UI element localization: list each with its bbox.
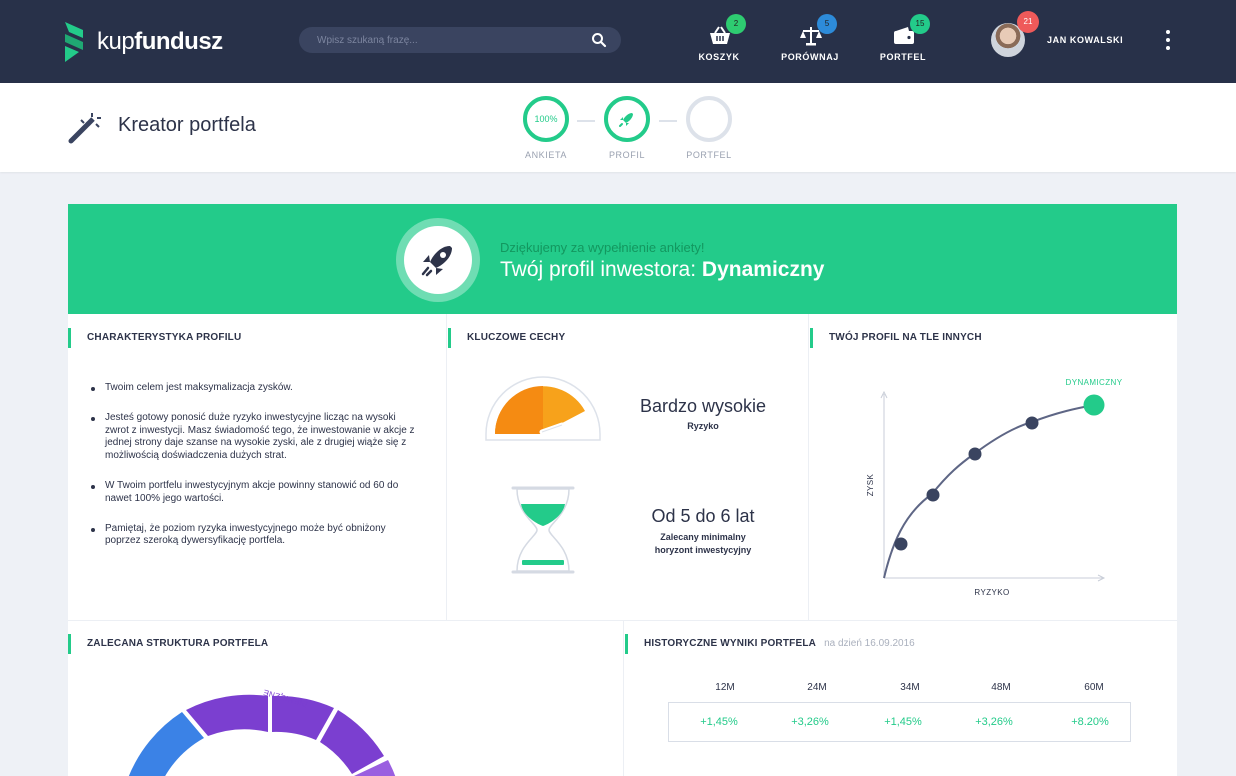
table-cell: +3,26% bbox=[791, 716, 829, 728]
notifications-badge: 21 bbox=[1017, 11, 1039, 33]
table-cell: +1,45% bbox=[700, 716, 738, 728]
profile-point bbox=[1025, 416, 1039, 430]
profile-point bbox=[968, 447, 982, 461]
highlight-label: DYNAMICZNY bbox=[1066, 378, 1123, 387]
rocket-icon bbox=[421, 246, 452, 277]
step-portfolio[interactable]: PORTFEL bbox=[674, 96, 744, 166]
nav-label: PORTFEL bbox=[879, 52, 927, 62]
characteristics-list: Twoim celem jest maksymalizacja zysków. … bbox=[90, 382, 420, 565]
history-title: HISTORYCZNE WYNIKI PORTFELA na dzień 16.0… bbox=[625, 634, 915, 654]
logo-mark-icon bbox=[65, 22, 83, 62]
risk-value: Bardzo wysokie bbox=[639, 396, 767, 416]
history-table: +1,45% +3,26% +1,45% +3,26% +8.20% bbox=[668, 702, 1131, 742]
list-item: Pamiętaj, że poziom ryzyka inwestycyjneg… bbox=[90, 523, 420, 549]
horizon-caption: horyzont inwestycyjny bbox=[654, 545, 752, 555]
table-cell: +1,45% bbox=[884, 716, 922, 728]
nav-basket[interactable]: 2 KOSZYK bbox=[684, 14, 754, 70]
profile-type: Dynamiczny bbox=[701, 258, 825, 281]
page-title: Kreator portfela bbox=[118, 114, 256, 136]
banner-subtitle: Dziękujemy za wypełnienie ankiety! bbox=[500, 240, 705, 255]
step-progress: 100% bbox=[534, 114, 558, 124]
step-profile[interactable]: PROFIL bbox=[592, 96, 662, 166]
result-banner: Dziękujemy za wypełnienie ankiety! Twój … bbox=[68, 204, 1177, 314]
table-header: 34M bbox=[900, 682, 920, 693]
horizon-value: Od 5 do 6 lat bbox=[651, 506, 755, 526]
wallet-badge: 15 bbox=[910, 14, 930, 34]
history-date: na dzień 16.09.2016 bbox=[824, 638, 915, 649]
search-input[interactable] bbox=[317, 27, 577, 53]
table-header: 24M bbox=[807, 682, 827, 693]
basket-badge: 2 bbox=[726, 14, 746, 34]
nav-compare[interactable]: 5 PORÓWNAJ bbox=[775, 14, 845, 70]
divider bbox=[808, 314, 809, 620]
profile-point bbox=[894, 537, 908, 551]
rocket-icon bbox=[619, 113, 633, 127]
banner-icon-circle bbox=[404, 226, 472, 294]
table-header: 48M bbox=[991, 682, 1011, 693]
step-survey[interactable]: 100% ANKIETA bbox=[511, 96, 581, 166]
donut-segment bbox=[320, 710, 384, 774]
step-ring: 100% bbox=[523, 96, 569, 142]
divider bbox=[446, 314, 447, 620]
risk-gauge bbox=[485, 376, 601, 441]
table-header: 60M bbox=[1084, 682, 1104, 693]
magic-wand-icon bbox=[68, 113, 101, 144]
more-options-icon[interactable] bbox=[1161, 28, 1175, 52]
list-item: Jesteś gotowy ponosić duże ryzyko inwest… bbox=[90, 412, 420, 463]
characteristics-title: CHARAKTERYSTYKA PROFILU bbox=[68, 328, 241, 348]
step-ring bbox=[686, 96, 732, 142]
profile-point bbox=[926, 488, 940, 502]
table-header: 12M bbox=[715, 682, 735, 693]
nav-label: KOSZYK bbox=[698, 52, 740, 62]
list-item: Twoim celem jest maksymalizacja zysków. bbox=[90, 382, 420, 395]
x-axis-label: RYZYKO bbox=[974, 588, 1009, 597]
table-cell: +8.20% bbox=[1071, 716, 1109, 728]
structure-donut: PIENIĘŻNE bbox=[128, 687, 396, 776]
user-name: JAN KOWALSKI bbox=[1047, 35, 1124, 45]
search-icon[interactable] bbox=[591, 32, 607, 48]
profile-card: Dziękujemy za wypełnienie ankiety! Twój … bbox=[68, 204, 1177, 776]
page-header: Kreator portfela 100% ANKIETA PROFIL POR… bbox=[0, 83, 1236, 172]
step-label: PORTFEL bbox=[686, 150, 732, 160]
donut-segment bbox=[128, 712, 204, 776]
y-axis-label: ZYSK bbox=[866, 473, 875, 496]
comparison-chart: DYNAMICZNY ZYSK RYZYKO bbox=[866, 378, 1123, 597]
list-item: W Twoim portfelu inwestycyjnym akcje pow… bbox=[90, 480, 420, 506]
search-bar bbox=[299, 27, 621, 53]
step-ring bbox=[604, 96, 650, 142]
nav-wallet[interactable]: 15 PORTFEL bbox=[868, 14, 938, 70]
features-title: KLUCZOWE CECHY bbox=[448, 328, 565, 348]
banner-title: Twój profil inwestora: Dynamiczny bbox=[500, 258, 825, 281]
logo-text: kupfundusz bbox=[97, 28, 223, 55]
comparison-title: TWÓJ PROFIL NA TLE INNYCH bbox=[810, 328, 982, 348]
hourglass-icon bbox=[511, 486, 575, 574]
profile-curve bbox=[883, 404, 1095, 579]
step-label: PROFIL bbox=[608, 150, 646, 160]
top-navbar: kupfundusz 2 KOSZYK 5 PORÓWNAJ bbox=[0, 0, 1236, 83]
banner-icon-ring bbox=[396, 218, 480, 302]
donut-segment bbox=[186, 694, 268, 736]
user-menu[interactable]: 21 JAN KOWALSKI bbox=[991, 11, 1124, 58]
risk-caption: Ryzyko bbox=[687, 421, 719, 431]
highlight-point bbox=[1083, 394, 1105, 416]
divider bbox=[623, 620, 624, 776]
step-label: ANKIETA bbox=[524, 150, 568, 160]
structure-title: ZALECANA STRUKTURA PORTFELA bbox=[68, 634, 268, 654]
compare-badge: 5 bbox=[817, 14, 837, 34]
nav-label: PORÓWNAJ bbox=[781, 52, 839, 62]
table-cell: +3,26% bbox=[975, 716, 1013, 728]
logo[interactable]: kupfundusz bbox=[63, 20, 223, 64]
horizon-caption: Zalecany minimalny bbox=[660, 532, 746, 542]
